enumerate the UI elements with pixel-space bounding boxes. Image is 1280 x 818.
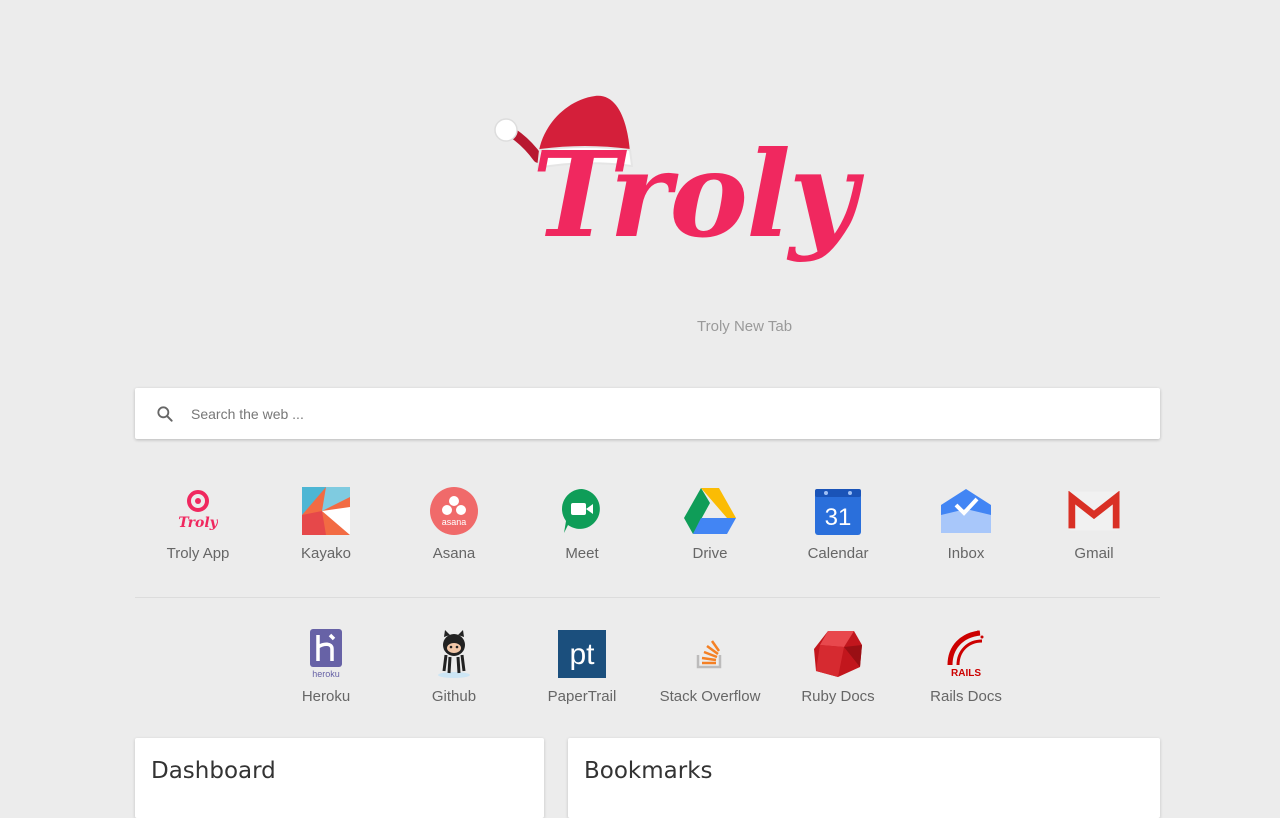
apps-row-dev: heroku Heroku Github pt PaperTrail Stack…: [262, 628, 1030, 718]
app-label: Github: [431, 688, 477, 705]
svg-text:31: 31: [825, 504, 852, 531]
dashboard-card: Dashboard: [135, 738, 544, 818]
bookmarks-card: Bookmarks: [568, 738, 1160, 818]
app-label: PaperTrail: [547, 688, 617, 705]
app-label: Stack Overflow: [659, 688, 761, 705]
inbox-icon: [940, 485, 992, 537]
rails-icon: RAILS: [940, 628, 992, 680]
app-label: Kayako: [300, 545, 352, 562]
app-label: Calendar: [807, 545, 869, 562]
apps-divider: [135, 597, 1160, 598]
asana-icon: asana: [428, 485, 480, 537]
svg-text:heroku: heroku: [312, 669, 340, 679]
svg-text:RAILS: RAILS: [951, 668, 981, 679]
app-label: Heroku: [301, 688, 351, 705]
app-ruby-docs[interactable]: Ruby Docs: [774, 628, 902, 718]
app-kayako[interactable]: Kayako: [262, 485, 390, 575]
apps-row-primary: Troly Troly App Kayako asana Asana Meet …: [134, 485, 1158, 575]
app-troly[interactable]: Troly Troly App: [134, 485, 262, 575]
app-label: Drive: [692, 545, 728, 562]
app-stackoverflow[interactable]: Stack Overflow: [646, 628, 774, 718]
logo-text: Troly: [532, 125, 857, 264]
gmail-icon: [1068, 485, 1120, 537]
svg-text:asana: asana: [442, 517, 467, 527]
app-gmail[interactable]: Gmail: [1030, 485, 1158, 575]
app-calendar[interactable]: 31 Calendar: [774, 485, 902, 575]
app-label: Rails Docs: [930, 688, 1002, 705]
app-heroku[interactable]: heroku Heroku: [262, 628, 390, 718]
kayako-icon: [300, 485, 352, 537]
svg-text:Troly: Troly: [178, 515, 218, 531]
troly-app-icon: Troly: [172, 485, 224, 537]
bookmarks-title: Bookmarks: [584, 758, 713, 784]
app-label: Inbox: [947, 545, 985, 562]
search-bar[interactable]: [135, 388, 1160, 439]
search-icon: [157, 405, 173, 422]
app-label: Ruby Docs: [801, 688, 875, 705]
stackoverflow-icon: [684, 628, 736, 680]
github-icon: [428, 628, 480, 680]
dashboard-title: Dashboard: [151, 758, 276, 784]
app-label: Meet: [565, 545, 599, 562]
svg-text:pt: pt: [569, 638, 595, 671]
app-label: Asana: [432, 545, 476, 562]
troly-logo: Troly: [470, 88, 857, 318]
drive-icon: [684, 485, 736, 537]
app-meet[interactable]: Meet: [518, 485, 646, 575]
search-input[interactable]: [189, 404, 1093, 423]
app-label: Gmail: [1074, 545, 1114, 562]
app-github[interactable]: Github: [390, 628, 518, 718]
papertrail-icon: pt: [556, 628, 608, 680]
app-asana[interactable]: asana Asana: [390, 485, 518, 575]
page-subtitle: Troly New Tab: [697, 318, 793, 335]
meet-icon: [556, 485, 608, 537]
ruby-icon: [812, 628, 864, 680]
heroku-icon: heroku: [300, 628, 352, 680]
calendar-icon: 31: [812, 485, 864, 537]
app-rails-docs[interactable]: RAILS Rails Docs: [902, 628, 1030, 718]
app-papertrail[interactable]: pt PaperTrail: [518, 628, 646, 718]
app-label: Troly App: [166, 545, 230, 562]
app-inbox[interactable]: Inbox: [902, 485, 1030, 575]
app-drive[interactable]: Drive: [646, 485, 774, 575]
